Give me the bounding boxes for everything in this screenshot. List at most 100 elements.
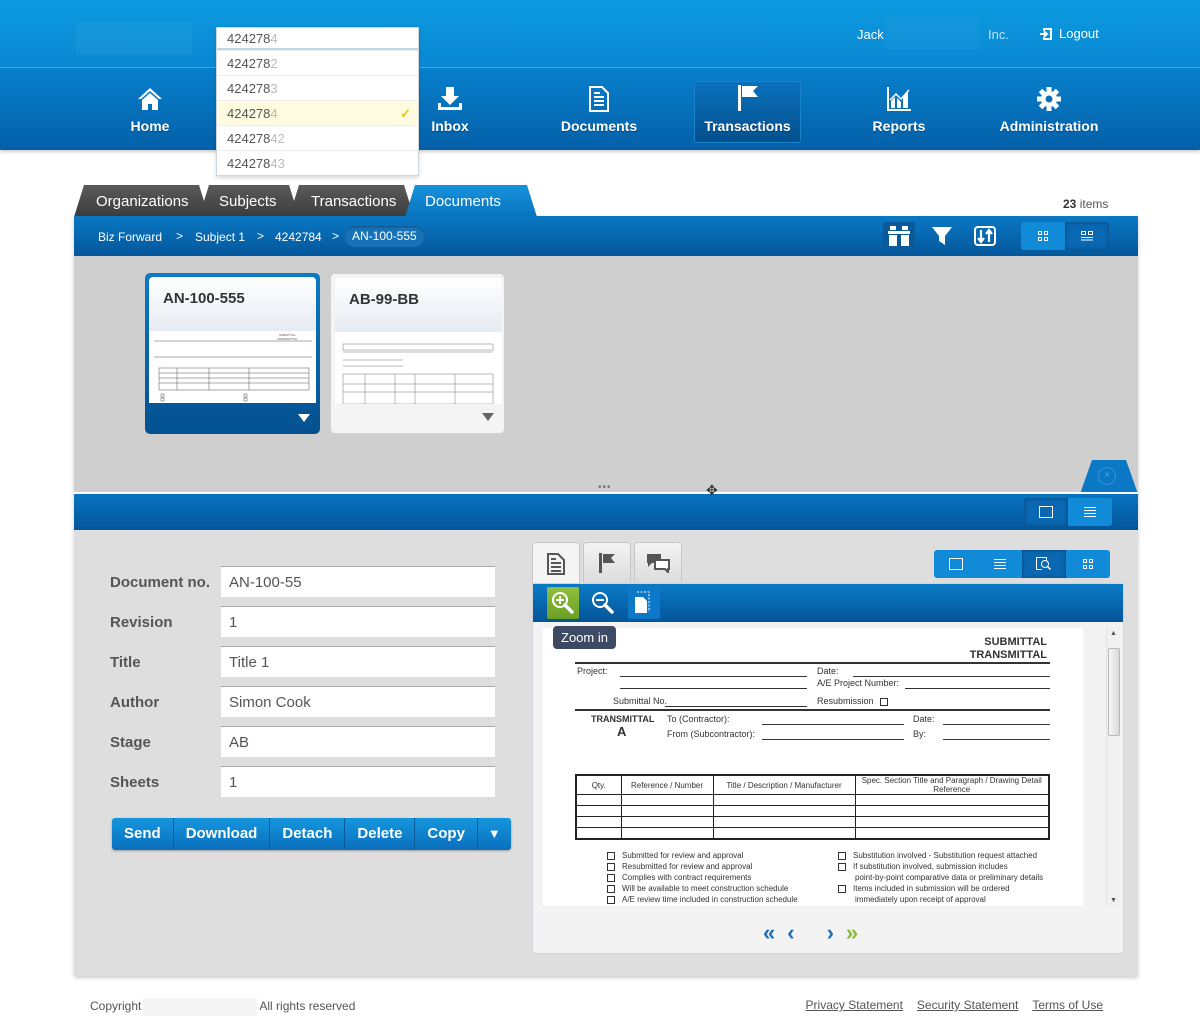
- more-actions-button[interactable]: ▼: [477, 818, 511, 850]
- privacy-statement-link[interactable]: Privacy Statement: [806, 998, 903, 1012]
- tab-flags[interactable]: [583, 542, 631, 582]
- terms-of-use-link[interactable]: Terms of Use: [1032, 998, 1103, 1012]
- breadcrumb-item[interactable]: Biz Forward: [98, 230, 162, 244]
- card-menu-arrow-icon[interactable]: [298, 414, 310, 422]
- square-icon: [1039, 506, 1053, 518]
- document-card-title: AN-100-555: [149, 277, 316, 331]
- doc-text: Submittal No.: [613, 696, 668, 706]
- option-rest: 42: [270, 131, 285, 146]
- nav-administration[interactable]: Administration: [995, 82, 1103, 142]
- zoom-view-button[interactable]: [1022, 550, 1066, 578]
- breadcrumb-bar: Biz Forward > Subject 1 > 4242784 > AN-1…: [74, 216, 1138, 256]
- nav-transactions[interactable]: Transactions: [694, 81, 801, 143]
- doc-line: [620, 676, 807, 677]
- tab-preview[interactable]: [532, 542, 580, 584]
- nav-documents[interactable]: Documents: [545, 82, 653, 142]
- download-button[interactable]: Download: [173, 818, 271, 850]
- breadcrumb-item[interactable]: 4242784: [275, 230, 322, 244]
- doc-text: Complies with contract requirements: [622, 873, 752, 882]
- revision-input[interactable]: [221, 606, 495, 637]
- doc-text: By:: [913, 729, 927, 739]
- send-button[interactable]: Send: [112, 818, 174, 850]
- binoculars-button[interactable]: [883, 222, 915, 250]
- document-viewer: Zoom in SUBMITTAL TRANSMITTAL Project: Da…: [532, 542, 1124, 954]
- scrollbar-thumb[interactable]: [1108, 648, 1120, 736]
- tab-documents[interactable]: Documents×: [405, 185, 537, 217]
- document-no-input[interactable]: [221, 566, 495, 597]
- field-label: Sheets: [110, 774, 160, 791]
- list-icon: [1084, 507, 1096, 517]
- last-page-button[interactable]: »: [846, 920, 858, 946]
- dropdown-option[interactable]: 42427843: [217, 150, 418, 175]
- card-view-button[interactable]: [1065, 222, 1109, 250]
- grid-view-button[interactable]: [1021, 222, 1065, 250]
- dropdown-option[interactable]: 4242783: [217, 75, 418, 100]
- table-header: Title / Description / Manufacturer: [712, 774, 856, 795]
- document-card-selected[interactable]: AN-100-555 SUBMITTAL TRANSMITTAL: [145, 273, 320, 434]
- detach-button[interactable]: Detach: [270, 818, 346, 850]
- field-document-no: Document no.: [110, 566, 510, 598]
- prev-page-button[interactable]: ‹: [787, 920, 794, 946]
- tab-label: Organizations: [96, 193, 189, 210]
- security-statement-link[interactable]: Security Statement: [917, 998, 1018, 1012]
- transaction-search-input[interactable]: 4242784: [217, 28, 418, 50]
- doc-line: [762, 724, 904, 725]
- document-card[interactable]: AB-99-BB: [330, 273, 505, 434]
- tab-transactions[interactable]: Transactions: [289, 185, 414, 217]
- nav-home[interactable]: Home: [96, 82, 204, 142]
- text-view-button[interactable]: [978, 550, 1022, 578]
- viewer-scrollbar[interactable]: ▲ ▼: [1106, 628, 1120, 906]
- next-page-button[interactable]: ›: [827, 920, 834, 946]
- dropdown-option[interactable]: 4242782: [217, 50, 418, 75]
- stage-input[interactable]: [221, 726, 495, 757]
- delete-button[interactable]: Delete: [345, 818, 416, 850]
- doc-line: [620, 688, 807, 689]
- dropdown-option[interactable]: 42427842: [217, 125, 418, 150]
- thumbnail-view-button[interactable]: [1066, 550, 1110, 578]
- dropdown-option-selected[interactable]: 4242784 ✓: [217, 100, 418, 125]
- fit-page-button[interactable]: [628, 587, 660, 619]
- nav-home-label: Home: [130, 118, 170, 134]
- resize-cursor-icon: ✥: [706, 482, 718, 498]
- breadcrumb-item[interactable]: Subject 1: [195, 230, 245, 244]
- doc-text: Items included in submission will be ord…: [853, 884, 1010, 893]
- field-sheets: Sheets: [110, 766, 510, 798]
- tab-subjects[interactable]: Subjects: [199, 185, 299, 217]
- square-icon: [949, 558, 963, 570]
- checkbox-icon: [838, 884, 846, 893]
- single-view-button[interactable]: [1024, 498, 1068, 526]
- sort-button[interactable]: [969, 222, 1001, 250]
- chart-icon: [887, 87, 911, 111]
- breadcrumb-separator: >: [176, 229, 184, 243]
- first-page-button[interactable]: «: [763, 920, 775, 946]
- zoom-in-button[interactable]: [547, 587, 579, 619]
- copy-button[interactable]: Copy: [415, 818, 478, 850]
- card-menu-arrow-icon[interactable]: [482, 413, 494, 421]
- documents-panel: Biz Forward > Subject 1 > 4242784 > AN-1…: [74, 216, 1138, 976]
- zoom-out-button[interactable]: [587, 587, 619, 619]
- single-page-button[interactable]: [934, 550, 978, 578]
- nav-reports[interactable]: Reports: [845, 82, 953, 142]
- tab-comments[interactable]: [634, 542, 682, 582]
- flag-icon: [599, 552, 615, 573]
- search-input-typed: 424278: [227, 31, 271, 46]
- transaction-search-dropdown[interactable]: 4242784 4242782 4242783 4242784 ✓ 4242784…: [216, 27, 419, 176]
- gear-icon: [1037, 87, 1061, 111]
- logout-button[interactable]: Logout: [1040, 26, 1099, 41]
- filter-button[interactable]: [926, 222, 958, 250]
- checkbox-icon: [607, 851, 615, 860]
- checkbox-icon: [838, 851, 846, 860]
- sheets-input[interactable]: [221, 766, 495, 797]
- tab-organizations[interactable]: Organizations: [74, 185, 209, 217]
- list-view-button[interactable]: [1068, 498, 1112, 526]
- title-input[interactable]: [221, 646, 495, 677]
- logout-icon: [1040, 27, 1052, 40]
- detail-view-toggle: [1024, 498, 1112, 526]
- option-match: 424278: [227, 156, 271, 171]
- author-input[interactable]: [221, 686, 495, 717]
- fit-page-icon: [635, 591, 650, 613]
- close-detail-icon[interactable]: ×: [1098, 467, 1116, 485]
- detail-splitter-bar[interactable]: [74, 492, 1138, 530]
- scroll-down-icon[interactable]: ▼: [1110, 897, 1117, 904]
- scroll-up-icon[interactable]: ▲: [1110, 630, 1117, 637]
